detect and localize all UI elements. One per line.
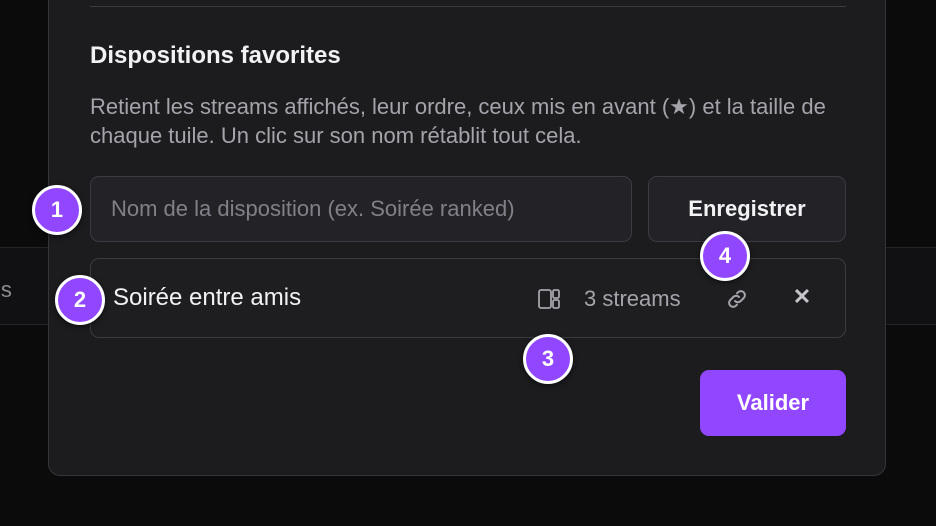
- marker-badge-4: 4: [700, 231, 750, 281]
- link-icon[interactable]: [725, 287, 749, 311]
- section-divider: [90, 6, 846, 7]
- section-description: Retient les streams affichés, leur ordre…: [90, 94, 826, 148]
- layout-name-input[interactable]: [90, 176, 632, 242]
- background-partial-text: is: [0, 277, 12, 302]
- layout-grid-icon: [538, 289, 560, 309]
- remove-layout-icon[interactable]: ✕: [789, 284, 815, 310]
- marker-badge-2: 2: [55, 275, 105, 325]
- section-title: Dispositions favorites: [90, 42, 341, 69]
- validate-button[interactable]: Valider: [700, 370, 846, 436]
- marker-badge-1: 1: [32, 185, 82, 235]
- layout-stream-count: 3 streams: [584, 286, 681, 311]
- layout-name-link[interactable]: Soirée entre amis: [113, 284, 301, 312]
- marker-badge-3: 3: [523, 334, 573, 384]
- save-layout-button[interactable]: Enregistrer: [648, 176, 846, 242]
